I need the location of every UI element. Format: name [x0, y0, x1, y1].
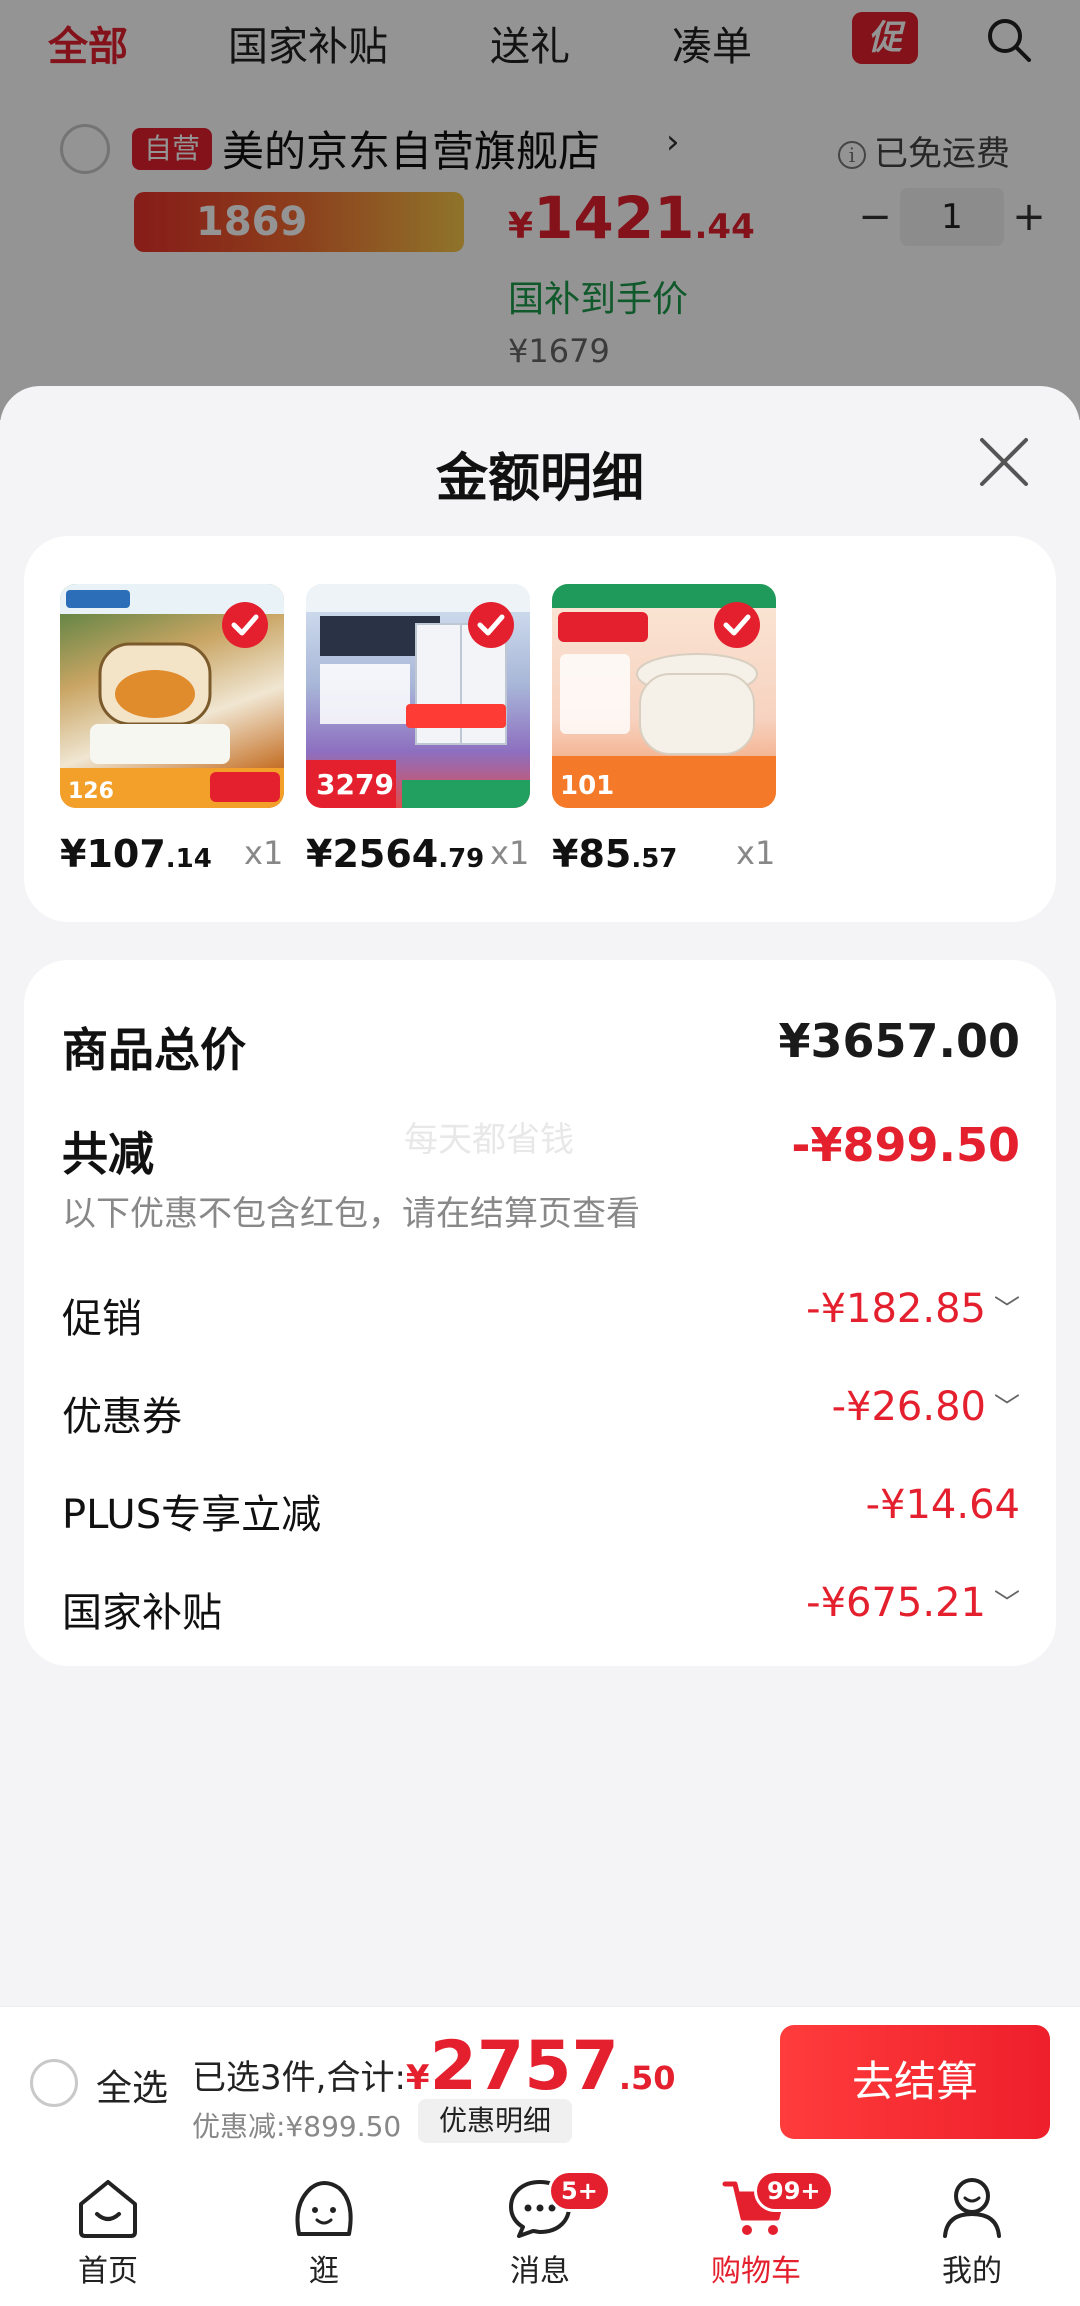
total-yen: ¥	[405, 2058, 430, 2098]
tab-browse[interactable]: 逛	[244, 2174, 404, 2290]
tab-profile[interactable]: 我的	[892, 2174, 1052, 2290]
selected-item[interactable]: 101 ¥85.57 x1	[552, 584, 778, 876]
svg-text:3279: 3279	[316, 768, 394, 801]
coupon-value-group: -¥26.80 ﹀	[832, 1384, 1020, 1430]
total-reduction-value: -¥899.50	[791, 1118, 1020, 1172]
svg-text:126: 126	[68, 779, 114, 804]
selected-item[interactable]: 3279 ¥2564.79 x1	[306, 584, 532, 876]
tab-cart-label: 购物车	[711, 2254, 801, 2289]
dim-overlay[interactable]	[0, 0, 1080, 420]
item-quantity: x1	[244, 834, 284, 872]
total-line: 已选3件,合计:¥2757.50	[192, 2027, 676, 2106]
selected-item[interactable]: 126 ¥107.14 x1	[60, 584, 286, 876]
total-amount-dec: .50	[618, 2059, 676, 2097]
promotion-value: -¥182.85	[806, 1286, 986, 1332]
discount-note: 以下优惠不包含红包，请在结算页查看	[62, 1194, 640, 1234]
svg-text:101: 101	[560, 771, 614, 801]
close-icon[interactable]	[976, 434, 1032, 490]
item-price: ¥2564.79	[306, 832, 484, 876]
item-price-int: ¥85	[552, 832, 632, 876]
checkout-bar: 全选 已选3件,合计:¥2757.50 优惠减:¥899.50 优惠明细 去结算	[0, 2006, 1080, 2156]
tab-messages-label: 消息	[510, 2254, 570, 2289]
total-amount-int: 2757	[429, 2027, 619, 2106]
total-reduction-label: 共减	[62, 1127, 154, 1181]
select-all-label[interactable]: 全选	[96, 2059, 168, 2111]
total-price-label: 商品总价	[62, 1023, 246, 1077]
item-price: ¥107.14	[60, 832, 212, 876]
item-quantity: x1	[490, 834, 530, 872]
national-subsidy-label: 国家补贴	[62, 1590, 222, 1636]
chevron-down-icon[interactable]: ﹀	[994, 1583, 1020, 1620]
plus-discount-value: -¥14.64	[865, 1482, 1020, 1528]
product-thumbnail[interactable]: 126	[60, 584, 284, 808]
bottom-tab-bar: 首页 逛 5+ 消息 99+ 购物车 我的	[0, 2156, 1080, 2306]
total-price-value: ¥3657.00	[778, 1014, 1020, 1068]
tab-messages[interactable]: 5+ 消息	[460, 2170, 620, 2290]
messages-badge: 5+	[548, 2170, 611, 2212]
tab-home[interactable]: 首页	[28, 2174, 188, 2290]
item-price-int: ¥107	[60, 832, 166, 876]
checked-icon	[468, 602, 514, 648]
profile-icon	[943, 2178, 1001, 2238]
discount-text: 优惠减:¥899.50	[192, 2110, 402, 2143]
discount-detail-button[interactable]: 优惠明细	[418, 2099, 572, 2143]
tab-profile-label: 我的	[942, 2254, 1002, 2289]
home-icon	[79, 2180, 137, 2238]
promotion-value-group: -¥182.85 ﹀	[806, 1286, 1020, 1332]
select-all-radio[interactable]	[30, 2059, 78, 2107]
tab-cart[interactable]: 99+ 购物车	[676, 2170, 836, 2290]
plus-discount-label: PLUS专享立减	[62, 1492, 322, 1538]
tab-home-label: 首页	[78, 2254, 138, 2289]
national-subsidy-value: -¥675.21	[806, 1580, 986, 1626]
checkout-button[interactable]: 去结算	[780, 2025, 1050, 2139]
selected-count-text: 已选3件,合计:	[192, 2058, 406, 2098]
cart-badge: 99+	[754, 2170, 834, 2212]
tab-browse-label: 逛	[309, 2254, 339, 2289]
product-thumbnail[interactable]: 3279	[306, 584, 530, 808]
sheet-title: 金额明细	[435, 449, 644, 509]
item-price: ¥85.57	[552, 832, 677, 876]
selected-items-card: 126 ¥107.14 x1 3279 ¥2564.79 x1 101 ¥85.…	[24, 536, 1056, 922]
item-price-int: ¥2564	[306, 832, 439, 876]
checked-icon	[222, 602, 268, 648]
item-quantity: x1	[736, 834, 776, 872]
chevron-down-icon[interactable]: ﹀	[994, 1387, 1020, 1424]
coupon-label: 优惠券	[62, 1394, 182, 1440]
item-price-dec: .57	[631, 844, 678, 874]
chevron-down-icon[interactable]: ﹀	[994, 1289, 1020, 1326]
cart-page-background: 全部 国家补贴 送礼 凑单 促 自营 美的京东自营旗舰店 › i 已免运费 186…	[0, 0, 1080, 420]
coupon-value: -¥26.80	[831, 1384, 986, 1430]
price-summary-card: 商品总价 ¥3657.00 每天都省钱 共减 -¥899.50 以下优惠不包含红…	[24, 960, 1056, 1666]
product-thumbnail[interactable]: 101	[552, 584, 776, 808]
watermark-text: 每天都省钱	[404, 1120, 574, 1160]
checked-icon	[714, 602, 760, 648]
price-detail-sheet: 金额明细 126 ¥107.14 x1 3279 ¥2564.79 x1 101…	[0, 386, 1080, 2006]
item-price-dec: .14	[165, 844, 212, 874]
promotion-label: 促销	[62, 1296, 142, 1342]
browse-mascot-icon	[295, 2181, 353, 2236]
national-subsidy-value-group: -¥675.21 ﹀	[806, 1580, 1020, 1626]
item-price-dec: .79	[438, 844, 485, 874]
